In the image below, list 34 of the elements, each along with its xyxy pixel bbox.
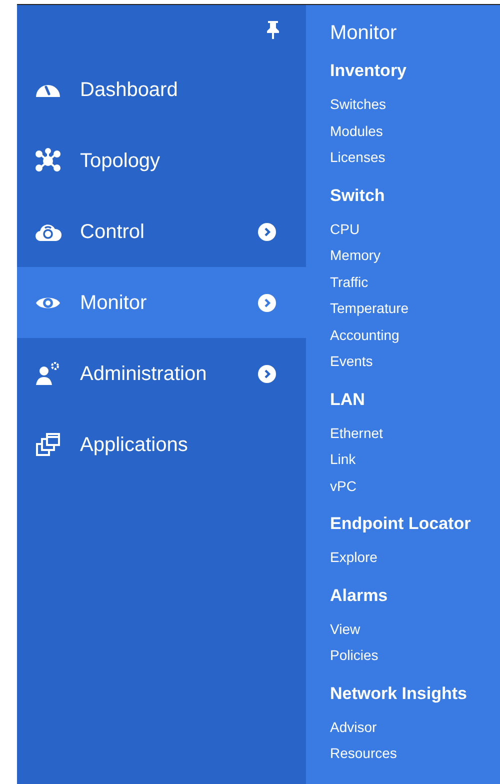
- nav-item[interactable]: Applications: [17, 409, 306, 480]
- section-heading: Inventory: [330, 60, 408, 82]
- section-heading: Network Insights: [330, 682, 468, 705]
- submenu-item[interactable]: View: [330, 616, 500, 642]
- submenu-item[interactable]: Accounting: [330, 322, 500, 348]
- submenu-item[interactable]: Switches: [330, 91, 500, 118]
- pin-icon[interactable]: [266, 20, 280, 40]
- windows-icon: [34, 430, 62, 458]
- nav-item[interactable]: Administration: [17, 338, 306, 409]
- user-gear-icon: [34, 360, 62, 388]
- submenu-item[interactable]: Temperature: [330, 295, 500, 322]
- submenu-item[interactable]: Link: [330, 446, 500, 472]
- submenu-item[interactable]: Resources: [330, 740, 500, 766]
- section-heading: Switch: [330, 184, 386, 206]
- network-icon: [34, 146, 62, 174]
- submenu-item[interactable]: Ethernet: [330, 420, 500, 446]
- submenu-item[interactable]: Explore: [330, 544, 500, 570]
- submenu-item[interactable]: Advisor: [330, 714, 500, 740]
- submenu-item[interactable]: CPU: [330, 216, 500, 242]
- section-heading: Endpoint Locator: [330, 513, 472, 535]
- submenu-item[interactable]: Events: [330, 348, 500, 374]
- nav-item[interactable]: Dashboard: [17, 54, 306, 125]
- nav-item[interactable]: Control: [17, 196, 306, 267]
- submenu-item[interactable]: Policies: [330, 642, 500, 668]
- nav-item[interactable]: Monitor: [17, 267, 306, 338]
- submenu-item[interactable]: Modules: [330, 118, 500, 144]
- submenu-item[interactable]: vPC: [330, 472, 500, 499]
- submenu-title: Monitor: [330, 21, 398, 45]
- nav-item[interactable]: Topology: [17, 125, 306, 196]
- submenu-item[interactable]: Memory: [330, 242, 500, 268]
- submenu-item[interactable]: Traffic: [330, 268, 500, 295]
- submenu-item[interactable]: Licenses: [330, 144, 500, 170]
- section-heading: LAN: [330, 388, 366, 410]
- section-heading: Alarms: [330, 584, 389, 606]
